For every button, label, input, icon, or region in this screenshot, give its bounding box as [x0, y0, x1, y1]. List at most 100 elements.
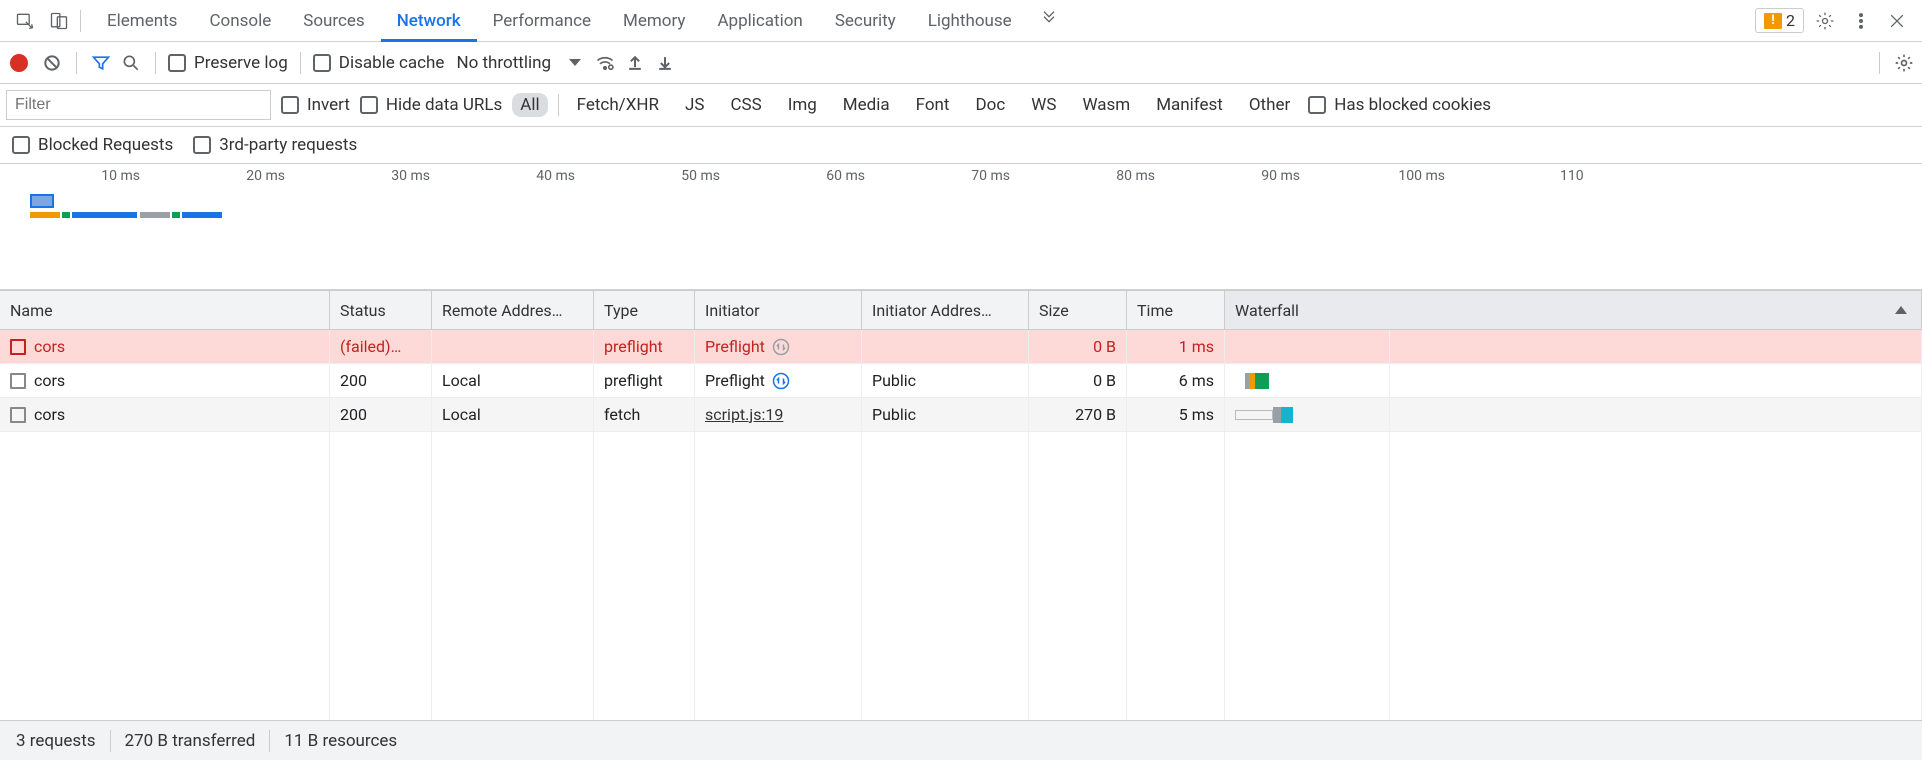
filter-bar: Invert Hide data URLs All Fetch/XHR JS C… — [0, 84, 1922, 127]
type-filter-other[interactable]: Other — [1241, 93, 1298, 117]
tick-label: 10 ms — [101, 168, 140, 184]
tab-network[interactable]: Network — [381, 0, 477, 41]
col-waterfall[interactable]: Waterfall — [1225, 291, 1922, 329]
cell-initiator-address: Public — [862, 398, 1029, 431]
col-initiator-address[interactable]: Initiator Addres… — [862, 291, 1029, 329]
tick-label: 80 ms — [1116, 168, 1155, 184]
cell-initiator[interactable]: Preflight — [695, 330, 862, 363]
network-settings-gear-icon[interactable] — [1892, 51, 1916, 75]
tab-security[interactable]: Security — [819, 0, 912, 41]
chevron-down-icon — [569, 59, 581, 66]
cell-size: 0 B — [1029, 364, 1127, 397]
table-row[interactable]: cors 200 Local preflight Preflight Publi… — [0, 364, 1922, 398]
col-type[interactable]: Type — [594, 291, 695, 329]
tab-elements[interactable]: Elements — [91, 0, 193, 41]
tab-memory[interactable]: Memory — [607, 0, 701, 41]
settings-gear-icon[interactable] — [1810, 6, 1840, 36]
tick-label: 20 ms — [246, 168, 285, 184]
col-name[interactable]: Name — [0, 291, 330, 329]
type-filter-all[interactable]: All — [512, 93, 547, 117]
invert-label: Invert — [307, 95, 350, 115]
type-filter-js[interactable]: JS — [677, 93, 712, 117]
separator — [110, 730, 111, 752]
type-filter-wasm[interactable]: Wasm — [1074, 93, 1138, 117]
filter-bar-row2: Blocked Requests 3rd-party requests — [0, 127, 1922, 164]
blocked-requests-label: Blocked Requests — [38, 135, 173, 155]
cell-type: fetch — [594, 398, 695, 431]
throttling-selector[interactable]: No throttling — [450, 53, 587, 73]
tick-label: 110 — [1560, 168, 1584, 184]
kebab-menu-icon[interactable] — [1846, 6, 1876, 36]
download-har-icon[interactable] — [653, 51, 677, 75]
table-row[interactable]: cors 200 Local fetch script.js:19 Public… — [0, 398, 1922, 432]
col-size[interactable]: Size — [1029, 291, 1127, 329]
type-filter-manifest[interactable]: Manifest — [1148, 93, 1231, 117]
inspect-element-icon[interactable] — [10, 6, 40, 36]
cell-waterfall — [1225, 398, 1390, 431]
col-status[interactable]: Status — [330, 291, 432, 329]
status-resources: 11 B resources — [284, 731, 397, 751]
col-initiator[interactable]: Initiator — [695, 291, 862, 329]
cell-initiator[interactable]: script.js:19 — [695, 398, 862, 431]
invert-checkbox[interactable]: Invert — [281, 95, 350, 115]
sort-ascending-icon — [1895, 306, 1907, 314]
type-filter-css[interactable]: CSS — [722, 93, 769, 117]
separator — [76, 52, 77, 74]
record-button[interactable] — [10, 54, 28, 72]
third-party-checkbox[interactable]: 3rd-party requests — [193, 135, 357, 155]
status-transferred: 270 B transferred — [125, 731, 256, 751]
type-filter-fetchxhr[interactable]: Fetch/XHR — [569, 93, 667, 117]
type-filter-ws[interactable]: WS — [1023, 93, 1064, 117]
cell-initiator-address: Public — [862, 364, 1029, 397]
tab-performance[interactable]: Performance — [477, 0, 607, 41]
filter-input[interactable] — [6, 90, 271, 120]
cell-remote — [432, 330, 594, 363]
cell-time: 1 ms — [1127, 330, 1225, 363]
more-tabs-chevron-icon[interactable] — [1034, 0, 1064, 30]
tab-lighthouse[interactable]: Lighthouse — [912, 0, 1028, 41]
tick-label: 40 ms — [536, 168, 575, 184]
type-filter-doc[interactable]: Doc — [968, 93, 1014, 117]
cell-time: 5 ms — [1127, 398, 1225, 431]
col-time[interactable]: Time — [1127, 291, 1225, 329]
cell-name: cors — [0, 398, 330, 431]
toggle-device-toolbar-icon[interactable] — [44, 6, 74, 36]
overview-timeline[interactable]: 10 ms 20 ms 30 ms 40 ms 50 ms 60 ms 70 m… — [0, 164, 1922, 290]
overview-segment — [182, 212, 222, 218]
separator — [269, 730, 270, 752]
clear-icon[interactable] — [40, 51, 64, 75]
col-remote-address[interactable]: Remote Addres… — [432, 291, 594, 329]
filter-funnel-icon[interactable] — [89, 51, 113, 75]
type-filter-font[interactable]: Font — [908, 93, 958, 117]
type-filter-img[interactable]: Img — [780, 93, 825, 117]
hide-data-urls-checkbox[interactable]: Hide data URLs — [360, 95, 502, 115]
tab-sources[interactable]: Sources — [287, 0, 380, 41]
status-requests: 3 requests — [16, 731, 96, 751]
warning-icon: ! — [1764, 13, 1782, 29]
network-conditions-icon[interactable] — [593, 51, 617, 75]
throttling-value: No throttling — [456, 53, 551, 73]
close-devtools-icon[interactable] — [1882, 6, 1912, 36]
tab-application[interactable]: Application — [701, 0, 818, 41]
network-toolbar: Preserve log Disable cache No throttling — [0, 42, 1922, 84]
search-icon[interactable] — [119, 51, 143, 75]
blocked-requests-checkbox[interactable]: Blocked Requests — [12, 135, 173, 155]
cell-size: 270 B — [1029, 398, 1127, 431]
panel-tabs: Elements Console Sources Network Perform… — [91, 0, 1064, 41]
devtools-tabbar: Elements Console Sources Network Perform… — [0, 0, 1922, 42]
separator — [300, 52, 301, 74]
disable-cache-checkbox[interactable]: Disable cache — [313, 53, 445, 73]
cell-initiator[interactable]: Preflight — [695, 364, 862, 397]
cell-name: cors — [0, 364, 330, 397]
table-row[interactable]: cors (failed)… preflight Preflight 0 B 1… — [0, 330, 1922, 364]
tab-console[interactable]: Console — [193, 0, 287, 41]
upload-har-icon[interactable] — [623, 51, 647, 75]
issues-badge[interactable]: ! 2 — [1755, 8, 1804, 33]
has-blocked-cookies-checkbox[interactable]: Has blocked cookies — [1308, 95, 1491, 115]
separator — [1879, 52, 1880, 74]
preserve-log-checkbox[interactable]: Preserve log — [168, 53, 288, 73]
col-waterfall-label: Waterfall — [1235, 301, 1299, 320]
initiator-link[interactable]: script.js:19 — [705, 405, 783, 424]
preflight-swap-icon — [771, 371, 791, 391]
type-filter-media[interactable]: Media — [835, 93, 898, 117]
